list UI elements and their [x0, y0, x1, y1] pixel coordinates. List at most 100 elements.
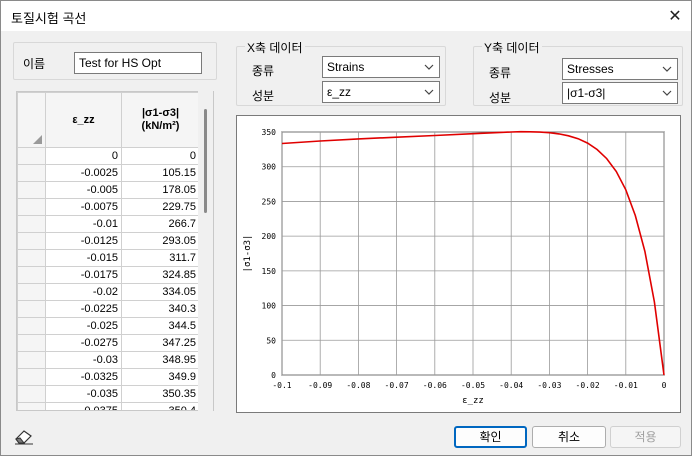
table-row[interactable]: -0.0075 229.75 — [17, 198, 200, 216]
cell-stress[interactable]: 340.3 — [121, 300, 200, 318]
cell-strain[interactable]: -0.0225 — [45, 300, 122, 318]
x-comp-label: 성분 — [252, 89, 275, 103]
table-row[interactable]: -0.0025 105.15 — [17, 164, 200, 182]
table-row[interactable]: -0.03 348.95 — [17, 351, 200, 369]
eraser-icon[interactable] — [13, 427, 35, 445]
row-header[interactable] — [17, 317, 46, 335]
name-label: 이름 — [23, 57, 46, 71]
table-row[interactable]: 00 — [17, 147, 200, 165]
row-header[interactable] — [17, 402, 46, 410]
cell-stress[interactable]: 344.5 — [121, 317, 200, 335]
chart-svg: -0.1 -0.09 -0.08 -0.07 -0.06 -0.05 -0.04 -0.03 -… — [243, 128, 667, 406]
chevron-down-icon — [662, 66, 672, 72]
row-header[interactable] — [17, 164, 46, 182]
ok-button[interactable]: 확인 — [454, 426, 527, 448]
cell-strain[interactable]: -0.02 — [45, 283, 122, 301]
x-comp-value: ε_zz — [327, 85, 352, 99]
y-tick-label: 250 — [262, 197, 277, 206]
cell-stress[interactable]: 350.35 — [121, 385, 200, 403]
table-row[interactable]: -0.035 350.35 — [17, 385, 200, 403]
cell-strain[interactable]: -0.0125 — [45, 232, 122, 250]
y-axis-data-group: Y축 데이터 종류 Stresses 성분 |σ1-σ3| — [473, 39, 683, 106]
column-header-strain[interactable]: ε_zz — [45, 92, 122, 148]
cell-stress[interactable]: 349.9 — [121, 368, 200, 386]
window-title: 토질시험 곡선 — [11, 11, 87, 26]
apply-button[interactable]: 적용 — [610, 426, 681, 448]
row-header[interactable] — [17, 147, 46, 165]
table-row[interactable]: -0.0175 324.85 — [17, 266, 200, 284]
table-row[interactable]: -0.01 266.7 — [17, 215, 200, 233]
cell-strain[interactable]: -0.01 — [45, 215, 122, 233]
x-tick-label: -0.03 — [537, 381, 561, 390]
row-header[interactable] — [17, 181, 46, 199]
cell-strain[interactable]: -0.0025 — [45, 164, 122, 182]
x-axis-label: ε_zz — [462, 396, 484, 406]
column-header-stress[interactable]: |σ1-σ3| (kN/m²) — [121, 92, 200, 148]
cell-strain[interactable]: -0.0175 — [45, 266, 122, 284]
chevron-down-icon — [424, 64, 434, 70]
row-header[interactable] — [17, 215, 46, 233]
cell-strain[interactable]: -0.0325 — [45, 368, 122, 386]
y-tick-label: 150 — [262, 267, 277, 276]
table-row[interactable]: -0.0375 350.4 — [17, 402, 200, 410]
row-header[interactable] — [17, 300, 46, 318]
name-input[interactable]: Test for HS Opt — [74, 52, 202, 74]
cell-stress[interactable]: 293.05 — [121, 232, 200, 250]
cell-stress[interactable]: 347.25 — [121, 334, 200, 352]
title-bar: 토질시험 곡선 ✕ — [1, 1, 691, 31]
row-header[interactable] — [17, 368, 46, 386]
table-row[interactable]: -0.025 344.5 — [17, 317, 200, 335]
row-header[interactable] — [17, 351, 46, 369]
x-tick-label: 0 — [662, 381, 667, 390]
cell-stress[interactable]: 348.95 — [121, 351, 200, 369]
table-row[interactable]: -0.005 178.05 — [17, 181, 200, 199]
row-header[interactable] — [17, 266, 46, 284]
y-type-select[interactable]: Stresses — [562, 58, 678, 80]
cell-strain[interactable]: -0.015 — [45, 249, 122, 267]
cell-stress[interactable]: 324.85 — [121, 266, 200, 284]
y-component-select[interactable]: |σ1-σ3| — [562, 82, 678, 104]
x-axis-group-title: X축 데이터 — [245, 39, 305, 56]
row-header[interactable] — [17, 232, 46, 250]
cell-strain[interactable]: -0.03 — [45, 351, 122, 369]
chevron-down-icon — [662, 90, 672, 96]
y-tick-label: 50 — [266, 336, 276, 345]
cell-stress[interactable]: 350.4 — [121, 402, 200, 410]
data-table[interactable]: ε_zz |σ1-σ3| (kN/m²) 0 0 -0.0025 105.15 -0.0… — [16, 91, 214, 411]
table-row[interactable]: -0.02 334.05 — [17, 283, 200, 301]
x-tick-label: -0.1 — [272, 381, 291, 390]
cell-strain[interactable]: -0.005 — [45, 181, 122, 199]
cell-stress[interactable]: 105.15 — [121, 164, 200, 182]
row-header[interactable] — [17, 249, 46, 267]
y-type-value: Stresses — [567, 62, 614, 76]
table-row[interactable]: -0.0125 293.05 — [17, 232, 200, 250]
cell-strain[interactable]: -0.0275 — [45, 334, 122, 352]
row-header[interactable] — [17, 385, 46, 403]
x-tick-label: -0.02 — [576, 381, 600, 390]
table-row[interactable]: -0.015 311.7 — [17, 249, 200, 267]
row-header[interactable] — [17, 334, 46, 352]
cancel-button[interactable]: 취소 — [532, 426, 606, 448]
x-component-select[interactable]: ε_zz — [322, 81, 440, 103]
close-icon[interactable]: ✕ — [661, 3, 689, 29]
table-row[interactable]: -0.0225 340.3 — [17, 300, 200, 318]
cell-strain[interactable]: -0.025 — [45, 317, 122, 335]
cell-strain[interactable]: -0.035 — [45, 385, 122, 403]
cell-stress[interactable]: 266.7 — [121, 215, 200, 233]
cell-stress[interactable]: 229.75 — [121, 198, 200, 216]
cell-strain[interactable]: -0.0075 — [45, 198, 122, 216]
table-scrollbar[interactable] — [198, 91, 213, 411]
cell-stress[interactable]: 311.7 — [121, 249, 200, 267]
row-header[interactable] — [17, 198, 46, 216]
scrollbar-thumb[interactable] — [204, 109, 207, 213]
table-row[interactable]: -0.0275 347.25 — [17, 334, 200, 352]
table-corner[interactable] — [17, 92, 46, 148]
x-type-select[interactable]: Strains — [322, 56, 440, 78]
cell-stress[interactable]: 178.05 — [121, 181, 200, 199]
cell-strain[interactable]: 0 — [45, 147, 122, 165]
cell-strain[interactable]: -0.0375 — [45, 402, 122, 410]
row-header[interactable] — [17, 283, 46, 301]
cell-stress[interactable]: 334.05 — [121, 283, 200, 301]
table-row[interactable]: -0.0325 349.9 — [17, 368, 200, 386]
cell-stress[interactable]: 0 — [121, 147, 200, 165]
